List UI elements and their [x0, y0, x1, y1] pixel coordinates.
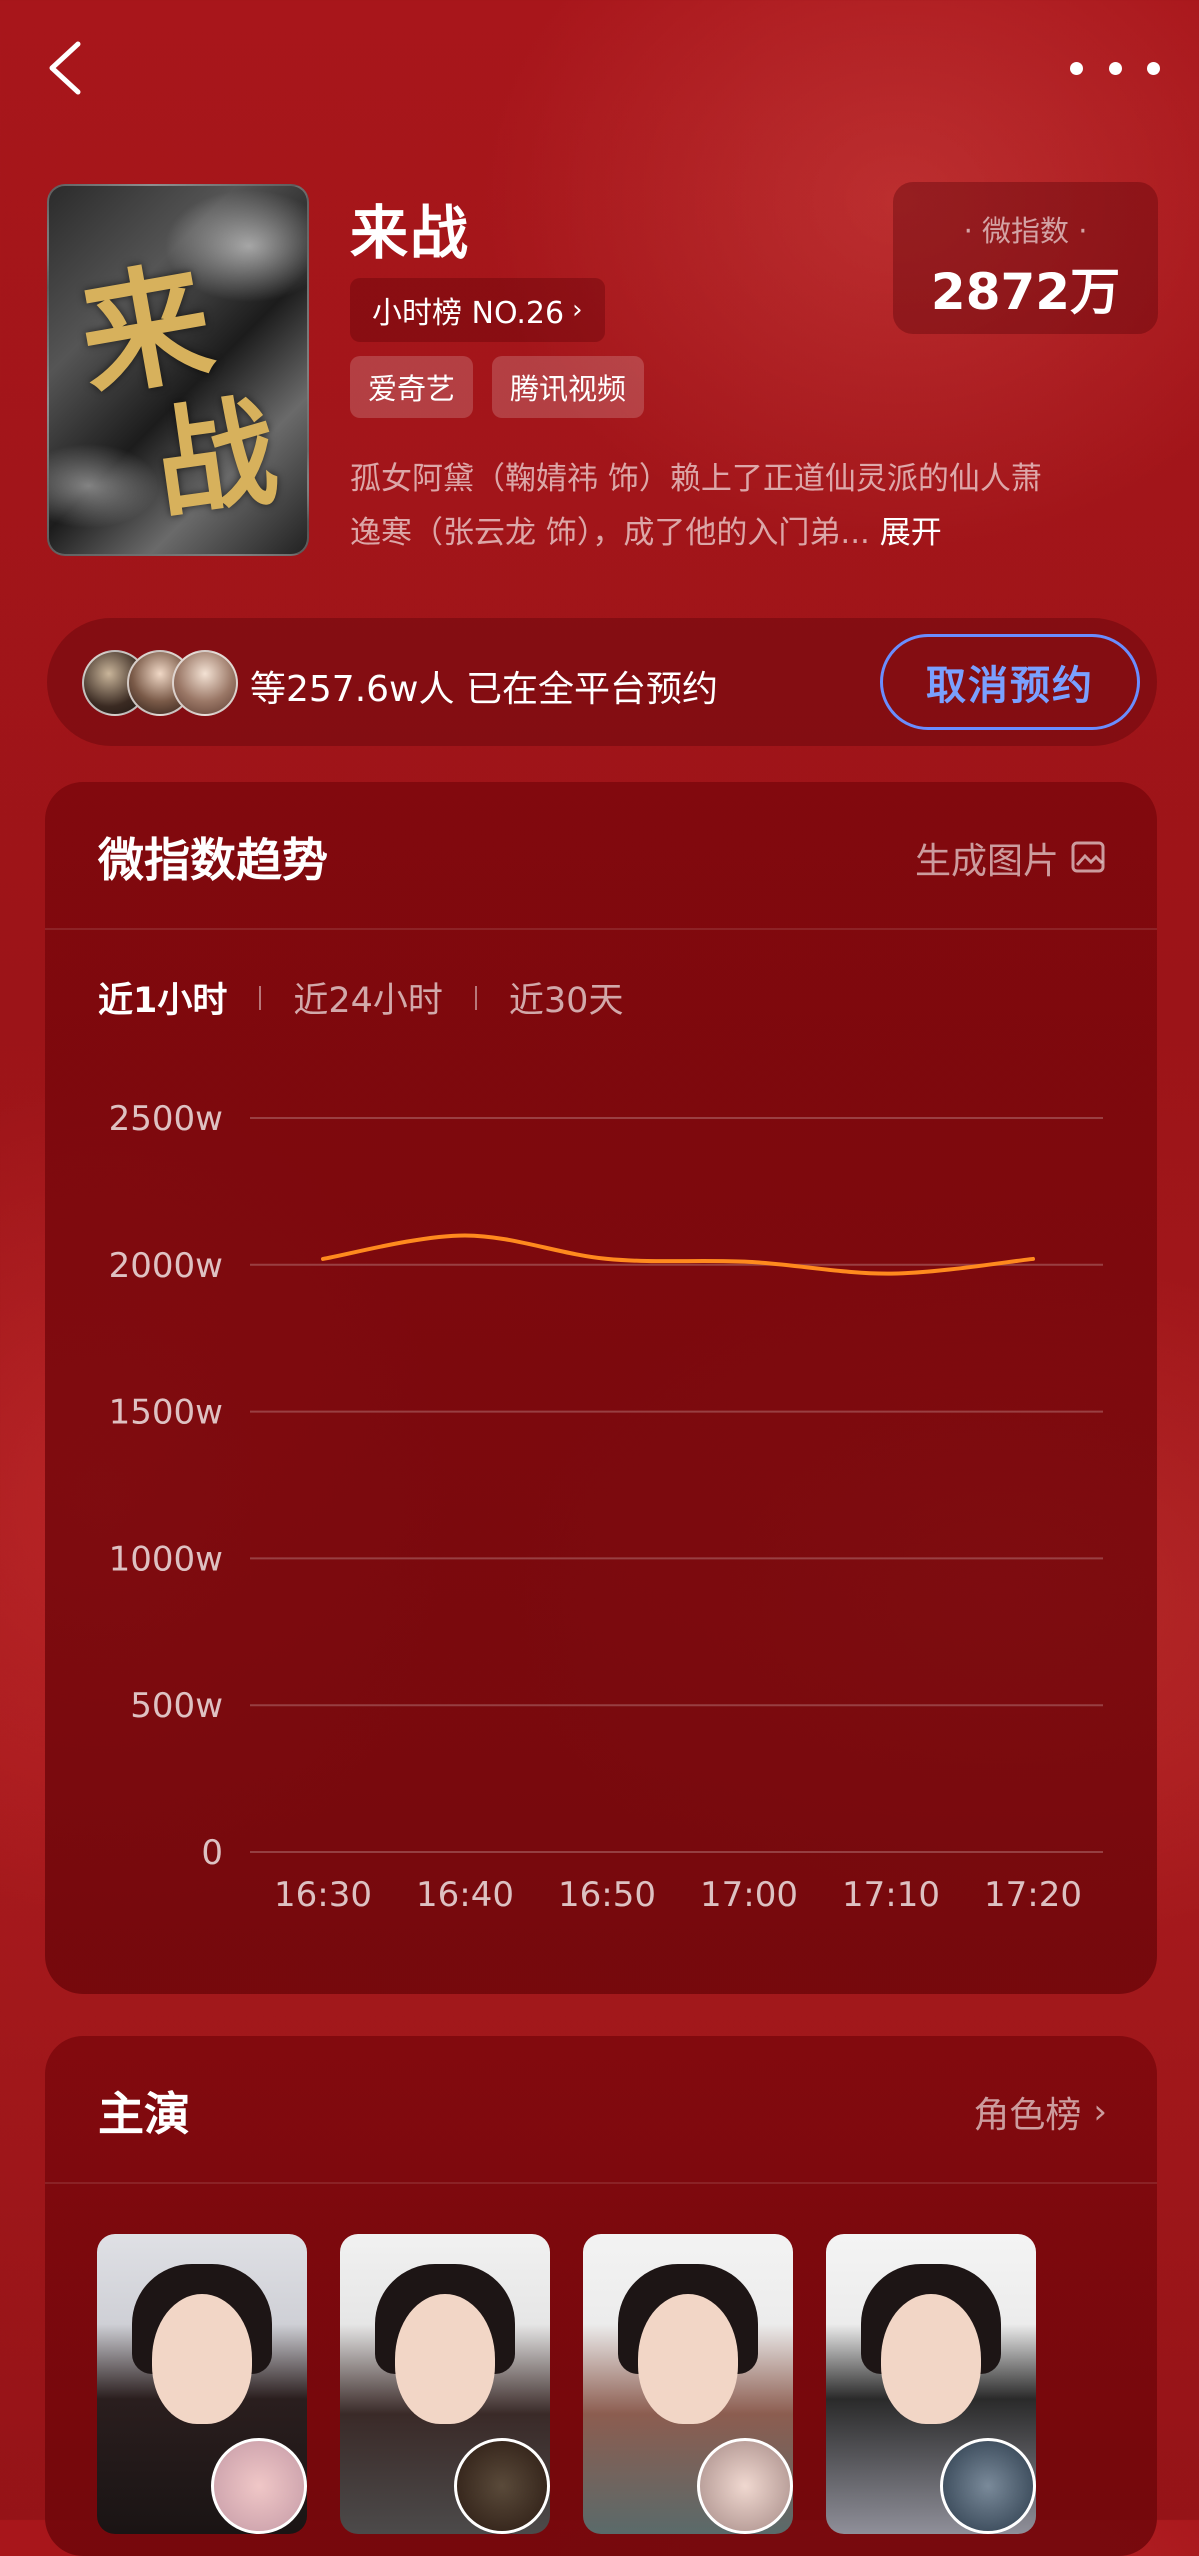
drama-poster[interactable]: 来 战 — [47, 184, 309, 556]
synopsis-line: 逸寒（张云龙 饰），成了他的入门弟... — [350, 515, 870, 551]
y-tick-label: 2500w — [109, 1099, 223, 1139]
x-tick-label: 16:30 — [274, 1875, 372, 1915]
divider — [45, 2182, 1157, 2184]
chevron-right-icon: › — [572, 295, 583, 325]
index-value: 2872万 — [930, 263, 1121, 321]
series-line — [321, 1233, 1035, 1276]
role-ranking-link[interactable]: 角色榜 › — [973, 2086, 1107, 2138]
y-tick-label: 0 — [201, 1833, 223, 1873]
avatar — [172, 650, 238, 716]
role-ranking-label: 角色榜 — [973, 2095, 1082, 2136]
x-tick-label: 16:50 — [558, 1875, 656, 1915]
index-label: · 微指数 · — [963, 214, 1088, 248]
weibo-index-box: · 微指数 · 2872万 — [893, 182, 1158, 334]
x-tick-label: 16:40 — [416, 1875, 514, 1915]
drama-title: 来战 — [350, 199, 471, 267]
platform-tag[interactable]: 腾讯视频 — [492, 356, 645, 418]
synopsis-line: 孤女阿黛（鞠婧祎 饰）赖上了正道仙灵派的仙人萧 — [350, 461, 1042, 497]
poster-title-char: 战 — [146, 380, 285, 537]
cast-member-photo[interactable] — [826, 2234, 1036, 2534]
more-options-icon[interactable] — [1070, 55, 1160, 81]
cast-member-photo[interactable] — [583, 2234, 793, 2534]
rank-label: 小时榜 NO.26 — [372, 296, 565, 331]
x-tick-label: 17:20 — [984, 1875, 1082, 1915]
reservation-bar: 等257.6w人 已在全平台预约 取消预约 — [47, 618, 1157, 746]
y-tick-label: 1500w — [109, 1393, 223, 1433]
synopsis: 孤女阿黛（鞠婧祎 饰）赖上了正道仙灵派的仙人萧 逸寒（张云龙 饰），成了他的入门… — [350, 452, 1150, 560]
cast-card: 主演 角色榜 › — [45, 2036, 1157, 2556]
hourly-rank-button[interactable]: 小时榜 NO.26 › — [350, 278, 605, 342]
cast-member-photo[interactable] — [340, 2234, 550, 2534]
face-shape — [881, 2294, 981, 2424]
cast-title: 主演 — [98, 2087, 190, 2141]
face-shape — [152, 2294, 252, 2424]
x-tick-label: 17:10 — [842, 1875, 940, 1915]
y-tick-label: 500w — [130, 1686, 223, 1726]
chevron-right-icon: › — [1093, 2092, 1107, 2132]
y-tick-label: 1000w — [109, 1539, 223, 1579]
cancel-reservation-button[interactable]: 取消预约 — [880, 634, 1140, 730]
y-tick-label: 2000w — [109, 1246, 223, 1286]
trend-line-chart: 0 500w 1000w 1500w 2000w 2500w 16:30 16:40 16:50… — [109, 1099, 1103, 1915]
cast-member-photo[interactable] — [97, 2234, 307, 2534]
trend-card: 微指数趋势 生成图片 近1小时 近24小时 近30天 0 500w 1000w 150… — [45, 782, 1157, 1994]
platform-tag[interactable]: 爱奇艺 — [350, 356, 474, 418]
back-icon[interactable] — [40, 38, 100, 98]
face-shape — [395, 2294, 495, 2424]
expand-link[interactable]: 展开 — [880, 515, 942, 551]
x-tick-label: 17:00 — [700, 1875, 798, 1915]
reservation-count-text: 等257.6w人 已在全平台预约 — [250, 669, 718, 710]
face-shape — [638, 2294, 738, 2424]
